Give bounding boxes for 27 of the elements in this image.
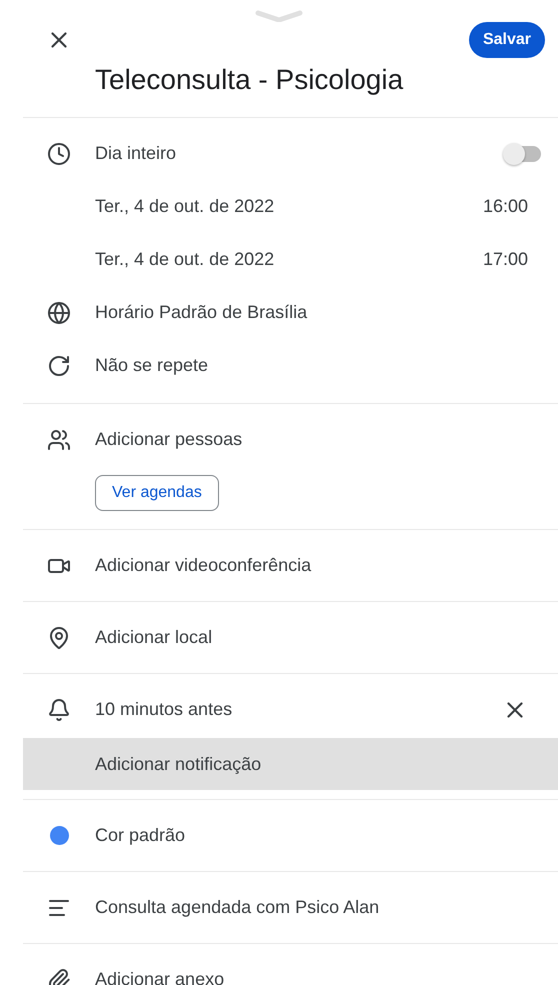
row-label[interactable]: Adicionar local — [95, 627, 528, 648]
row-label[interactable]: Adicionar videoconferência — [95, 555, 528, 576]
globe-icon — [47, 300, 71, 324]
row-label[interactable]: Adicionar anexo — [95, 969, 528, 985]
view-calendars-button[interactable]: Ver agendas — [95, 475, 219, 511]
row-label[interactable]: Consulta agendada com Psico Alan — [95, 897, 528, 918]
row-label[interactable]: Adicionar notificação — [95, 754, 528, 774]
time-label[interactable]: 17:00 — [482, 249, 528, 270]
people-icon — [47, 428, 71, 452]
time-label[interactable]: 16:00 — [482, 196, 528, 217]
map-pin-icon — [47, 626, 71, 650]
event-title[interactable]: Teleconsulta - Psicologia — [95, 58, 558, 102]
row-label[interactable]: Ter., 4 de out. de 2022 — [95, 196, 483, 217]
paperclip-icon — [47, 968, 71, 985]
row-label[interactable]: Não se repete — [95, 355, 528, 376]
repeat-icon — [47, 354, 71, 378]
row-label[interactable]: Ter., 4 de out. de 2022 — [95, 249, 483, 270]
row-label[interactable]: Dia inteiro — [95, 143, 505, 164]
row-label[interactable]: 10 minutos antes — [95, 699, 502, 720]
row-label[interactable]: Cor padrão — [95, 825, 528, 846]
add-notification-row[interactable]: Adicionar notificação — [23, 738, 558, 790]
all-day-switch[interactable] — [505, 146, 541, 162]
row-label[interactable]: Horário Padrão de Brasília — [95, 302, 528, 323]
save-button[interactable]: Salvar — [468, 22, 545, 58]
clock-icon — [47, 142, 71, 166]
row-label[interactable]: Adicionar pessoas — [95, 429, 528, 450]
bell-icon — [47, 698, 71, 722]
